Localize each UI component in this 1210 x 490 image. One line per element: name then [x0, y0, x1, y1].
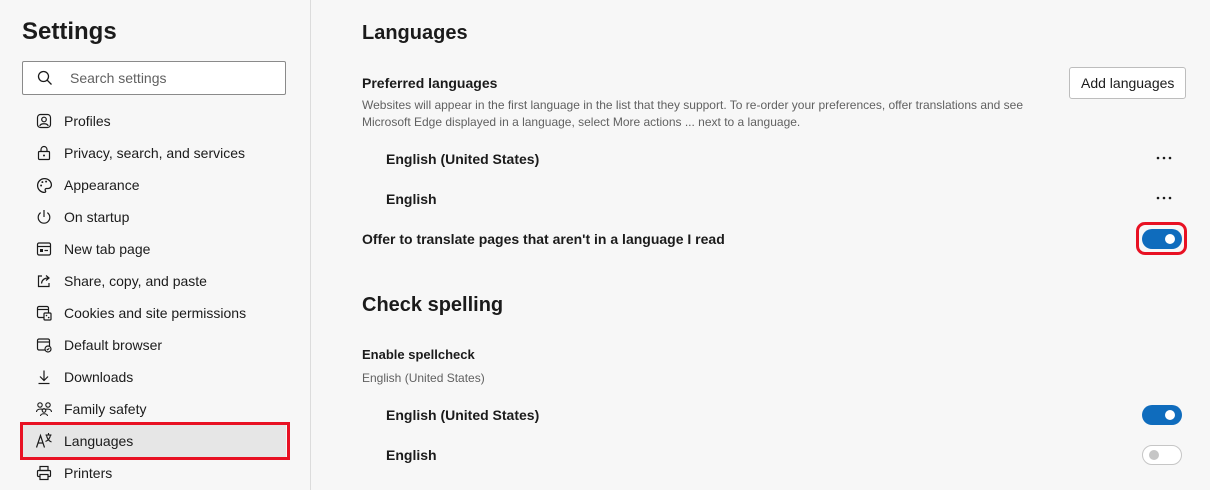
browser-icon	[35, 336, 53, 354]
sidebar-item-new-tab[interactable]: New tab page	[22, 233, 286, 265]
add-languages-button[interactable]: Add languages	[1069, 67, 1187, 99]
spellcheck-toggle-en-us[interactable]	[1142, 405, 1182, 425]
palette-icon	[35, 176, 53, 194]
languages-icon	[35, 432, 53, 450]
sidebar-nav: Profiles Privacy, search, and services A…	[20, 105, 290, 489]
spellcheck-toggle-en[interactable]	[1142, 445, 1182, 465]
family-icon	[35, 400, 53, 418]
sidebar-item-appearance[interactable]: Appearance	[22, 169, 286, 201]
description-line: Microsoft Edge displayed in a language, …	[362, 115, 801, 129]
toggle-knob	[1149, 450, 1159, 460]
preferred-languages-label: Preferred languages	[362, 75, 498, 91]
enable-spellcheck-subtitle: English (United States)	[362, 371, 485, 385]
profile-icon	[35, 112, 53, 130]
sidebar-item-label: Downloads	[64, 369, 134, 385]
sidebar-item-printers[interactable]: Printers	[22, 457, 286, 489]
download-icon	[35, 368, 53, 386]
languages-title: Languages	[362, 22, 468, 44]
check-spelling-title: Check spelling	[362, 294, 504, 316]
enable-spellcheck-label: Enable spellcheck	[362, 347, 475, 362]
offer-translate-label: Offer to translate pages that aren't in …	[362, 231, 725, 247]
power-icon	[35, 208, 53, 226]
spellcheck-language-label: English (United States)	[386, 407, 540, 423]
more-actions-icon[interactable]	[1152, 188, 1176, 208]
toggle-knob	[1165, 234, 1175, 244]
new-tab-icon	[35, 240, 53, 258]
sidebar-item-privacy[interactable]: Privacy, search, and services	[22, 137, 286, 169]
main-content: Languages Preferred languages Add langua…	[312, 0, 1210, 490]
sidebar-item-languages[interactable]: Languages	[20, 422, 290, 460]
sidebar-item-label: Privacy, search, and services	[64, 145, 246, 161]
sidebar-item-label: Share, copy, and paste	[64, 273, 207, 289]
sidebar-item-label: Family safety	[64, 401, 147, 417]
search-icon	[37, 70, 52, 85]
sidebar-item-label: Cookies and site permissions	[64, 305, 247, 321]
lock-icon	[35, 144, 53, 162]
cookies-icon	[35, 304, 53, 322]
sidebar-item-label: New tab page	[64, 241, 151, 257]
sidebar-item-default-browser[interactable]: Default browser	[22, 329, 286, 361]
share-icon	[35, 272, 53, 290]
sidebar: Settings Profiles Privacy, search, and s…	[0, 0, 311, 490]
sidebar-item-label: Printers	[64, 465, 113, 481]
offer-translate-toggle[interactable]	[1142, 229, 1182, 249]
sidebar-item-startup[interactable]: On startup	[22, 201, 286, 233]
sidebar-item-label: Appearance	[64, 177, 140, 193]
sidebar-item-cookies[interactable]: Cookies and site permissions	[22, 297, 286, 329]
sidebar-item-label: Profiles	[64, 113, 111, 129]
description-line: Websites will appear in the first langua…	[362, 98, 1024, 112]
search-input[interactable]	[68, 69, 272, 87]
sidebar-item-downloads[interactable]: Downloads	[22, 361, 286, 393]
language-item-label: English	[386, 191, 437, 207]
search-box[interactable]	[22, 61, 286, 95]
spellcheck-language-label: English	[386, 447, 437, 463]
toggle-knob	[1165, 410, 1175, 420]
more-actions-icon[interactable]	[1152, 148, 1176, 168]
language-item-label: English (United States)	[386, 151, 540, 167]
sidebar-item-share[interactable]: Share, copy, and paste	[22, 265, 286, 297]
sidebar-item-label: Default browser	[64, 337, 163, 353]
sidebar-item-label: On startup	[64, 209, 130, 225]
sidebar-item-profiles[interactable]: Profiles	[22, 105, 286, 137]
preferred-languages-description: Websites will appear in the first langua…	[362, 97, 1023, 131]
sidebar-title: Settings	[22, 18, 117, 45]
printer-icon	[35, 464, 53, 482]
sidebar-item-family-safety[interactable]: Family safety	[22, 393, 286, 425]
sidebar-item-label: Languages	[64, 433, 134, 449]
